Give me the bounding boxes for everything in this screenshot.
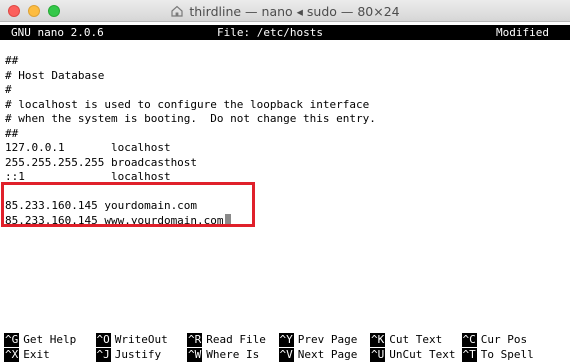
shortcut-label: Justify [114,347,162,361]
nano-filename: File: /etc/hosts [217,26,323,39]
nano-modified-status: Modified [496,26,549,39]
shortcut-prev-page[interactable]: ^Y Prev Page [278,333,371,348]
buffer-line: 255.255.255.255 broadcasthost [5,155,198,169]
shortcut-key: ^K [370,333,386,348]
shortcut-read-file[interactable]: ^R Read File [187,333,279,348]
shortcut-key: ^U [370,347,386,362]
shortcut-where-is[interactable]: ^W Where Is [187,348,279,363]
shortcut-label: Prev Page [297,333,358,346]
shortcut-key: ^R [187,333,203,348]
shortcut-key: ^W [187,347,203,362]
shortcut-key: ^T [461,347,477,362]
nano-shortcut-bar: ^G Get Help ^O WriteOut ^R Read File ^Y Prev… [4,333,570,362]
shortcut-label: Cut Text [389,333,443,346]
shortcut-key: ^G [4,333,20,348]
shortcut-label: Cur Pos [480,333,528,346]
home-folder-icon [171,5,183,17]
shortcut-label: UnCut Text [389,347,456,361]
shortcut-key: ^V [278,347,294,362]
shortcut-key: ^C [461,333,477,348]
window-title: thirdline — nano ◂ sudo — 80×24 [189,3,400,19]
shortcut-label: WriteOut [114,333,168,346]
window-titlebar[interactable]: thirdline — nano ◂ sudo — 80×24 [0,0,570,22]
shortcut-justify[interactable]: ^J Justify [95,347,188,363]
highlight-annotation-box [1,182,255,227]
shortcut-label: To Spell [480,347,534,361]
terminal-area[interactable]: GNU nano 2.0.6 File: /etc/hosts Modified… [0,22,570,364]
shortcut-label: Read File [206,333,266,346]
nano-header-bar: GNU nano 2.0.6 File: /etc/hosts Modified [0,25,570,40]
shortcut-to-spell[interactable]: ^T To Spell [461,347,554,363]
shortcut-next-page[interactable]: ^V Next Page [278,347,371,363]
shortcut-label: Get Help [23,333,77,346]
buffer-line: 127.0.0.1 localhost [5,141,171,154]
shortcut-exit[interactable]: ^X Exit [4,348,96,363]
shortcut-key: ^X [4,347,20,362]
shortcut-key: ^J [95,347,111,362]
nano-version: GNU nano 2.0.6 [11,26,104,39]
shortcut-writeout[interactable]: ^O WriteOut [95,333,188,348]
shortcut-cur-pos[interactable]: ^C Cur Pos [461,333,554,348]
shortcut-label: Where Is [206,347,260,361]
buffer-line: # Host Database [5,68,105,82]
shortcut-label: Next Page [297,347,358,361]
shortcut-key: ^O [95,333,111,348]
buffer-line: ## [5,126,19,140]
shortcut-label: Exit [23,347,50,361]
buffer-line: # [5,83,12,96]
buffer-line: # when the system is booting. Do not cha… [5,112,376,125]
shortcut-cut-text[interactable]: ^K Cut Text [370,333,462,348]
shortcut-get-help[interactable]: ^G Get Help [4,333,96,348]
shortcut-uncut-text[interactable]: ^U UnCut Text [370,348,462,363]
shortcut-key: ^Y [278,333,294,348]
buffer-line: ## [5,54,19,67]
window-title-area: thirdline — nano ◂ sudo — 80×24 [0,0,570,22]
buffer-line: # localhost is used to configure the loo… [5,97,370,111]
